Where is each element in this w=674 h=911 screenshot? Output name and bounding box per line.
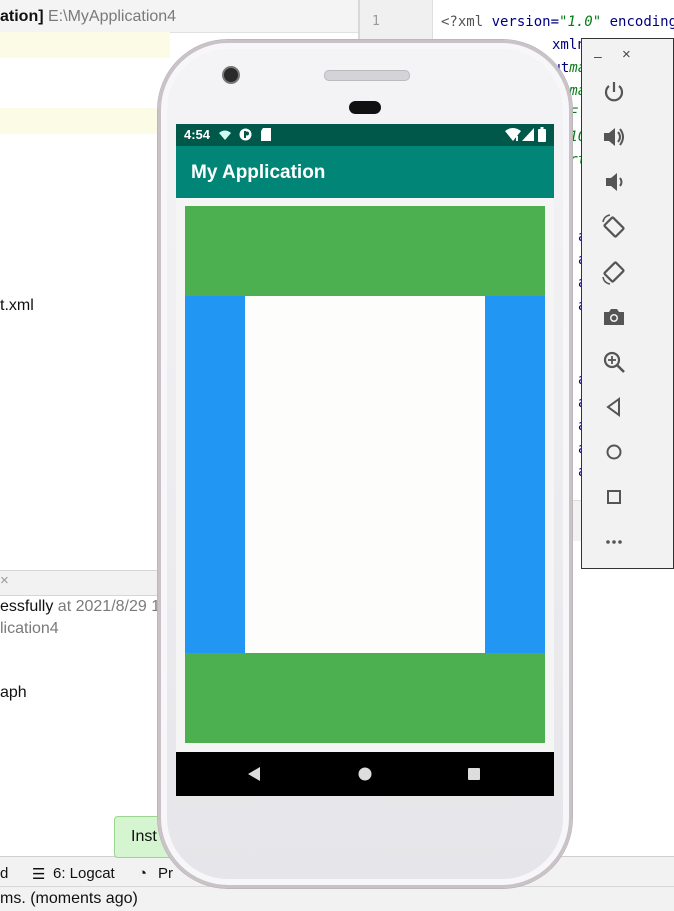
project-header: ation] E:\MyApplication4 bbox=[0, 0, 358, 33]
rotate-left-icon[interactable] bbox=[600, 213, 628, 241]
device-screen[interactable]: 4:54 My Application bbox=[176, 124, 554, 796]
logcat-icon: ☰ bbox=[32, 866, 46, 883]
zoom-icon[interactable] bbox=[600, 348, 628, 376]
emulator-close-button[interactable]: × bbox=[622, 46, 631, 63]
cell-signal-icon bbox=[522, 128, 534, 141]
app-content bbox=[176, 198, 554, 748]
run-output-line: aph bbox=[0, 684, 27, 701]
build-tab[interactable]: d bbox=[0, 865, 8, 882]
front-camera bbox=[222, 66, 240, 84]
wifi-calling-icon bbox=[219, 130, 231, 140]
earpiece bbox=[349, 101, 381, 114]
sd-card-icon bbox=[261, 128, 271, 141]
volume-up-icon[interactable] bbox=[600, 123, 628, 151]
battery-icon bbox=[538, 127, 546, 142]
blue-block-right bbox=[485, 296, 545, 653]
camera-icon[interactable] bbox=[600, 303, 628, 331]
emulator-minimize-button[interactable]: – bbox=[594, 48, 602, 64]
recents-icon[interactable] bbox=[467, 767, 481, 781]
run-output-line: essfully at 2021/8/29 1 bbox=[0, 598, 160, 616]
overview-icon[interactable] bbox=[600, 483, 628, 511]
code-token: version= bbox=[491, 14, 560, 30]
status-time: 4:54 bbox=[184, 127, 211, 142]
blue-block-left bbox=[185, 296, 245, 653]
profiler-icon: ◔ bbox=[138, 865, 148, 882]
app-notification-icon bbox=[239, 128, 252, 141]
project-name: ation] bbox=[0, 8, 44, 25]
run-close-icon[interactable]: × bbox=[0, 572, 9, 589]
ide-status-bar: ms. (moments ago) bbox=[0, 886, 674, 911]
profiler-tab[interactable]: Pr bbox=[158, 865, 173, 882]
green-block-top bbox=[185, 206, 545, 296]
run-timestamp: at 2021/8/29 1 bbox=[53, 598, 161, 615]
back-icon[interactable] bbox=[600, 393, 628, 421]
code-token: "1.0" bbox=[559, 14, 602, 30]
code-token: <?xml bbox=[441, 14, 492, 30]
rotate-right-icon[interactable] bbox=[600, 258, 628, 286]
code-token: encoding= bbox=[609, 14, 674, 30]
tree-row-highlight bbox=[0, 32, 170, 58]
power-icon[interactable] bbox=[600, 78, 628, 106]
home-icon[interactable] bbox=[600, 438, 628, 466]
tree-row-highlight bbox=[0, 108, 170, 134]
run-output-line: lication4 bbox=[0, 620, 59, 637]
android-nav-bar bbox=[176, 752, 554, 796]
home-icon[interactable] bbox=[358, 767, 372, 781]
status-text: ms. (moments ago) bbox=[0, 890, 138, 907]
volume-down-icon[interactable] bbox=[600, 168, 628, 196]
wifi-icon bbox=[505, 128, 521, 141]
more-icon[interactable] bbox=[600, 528, 628, 556]
line-number: 1 bbox=[372, 14, 380, 29]
app-title: My Application bbox=[191, 162, 326, 183]
logcat-tab[interactable]: 6: Logcat bbox=[53, 865, 115, 882]
white-block-center bbox=[245, 296, 485, 653]
code-line: <?xml version="1.0" encoding= bbox=[441, 14, 674, 30]
run-status-text: essfully bbox=[0, 598, 54, 615]
project-path: E:\MyApplication4 bbox=[48, 8, 177, 25]
android-status-bar: 4:54 bbox=[176, 124, 554, 146]
app-bar: My Application bbox=[176, 146, 554, 198]
toast-text: Inst bbox=[131, 828, 157, 845]
back-icon[interactable] bbox=[247, 767, 261, 781]
green-block-bottom bbox=[185, 653, 545, 743]
speaker-grille bbox=[324, 70, 410, 81]
tree-item-xml-file[interactable]: t.xml bbox=[0, 297, 34, 315]
